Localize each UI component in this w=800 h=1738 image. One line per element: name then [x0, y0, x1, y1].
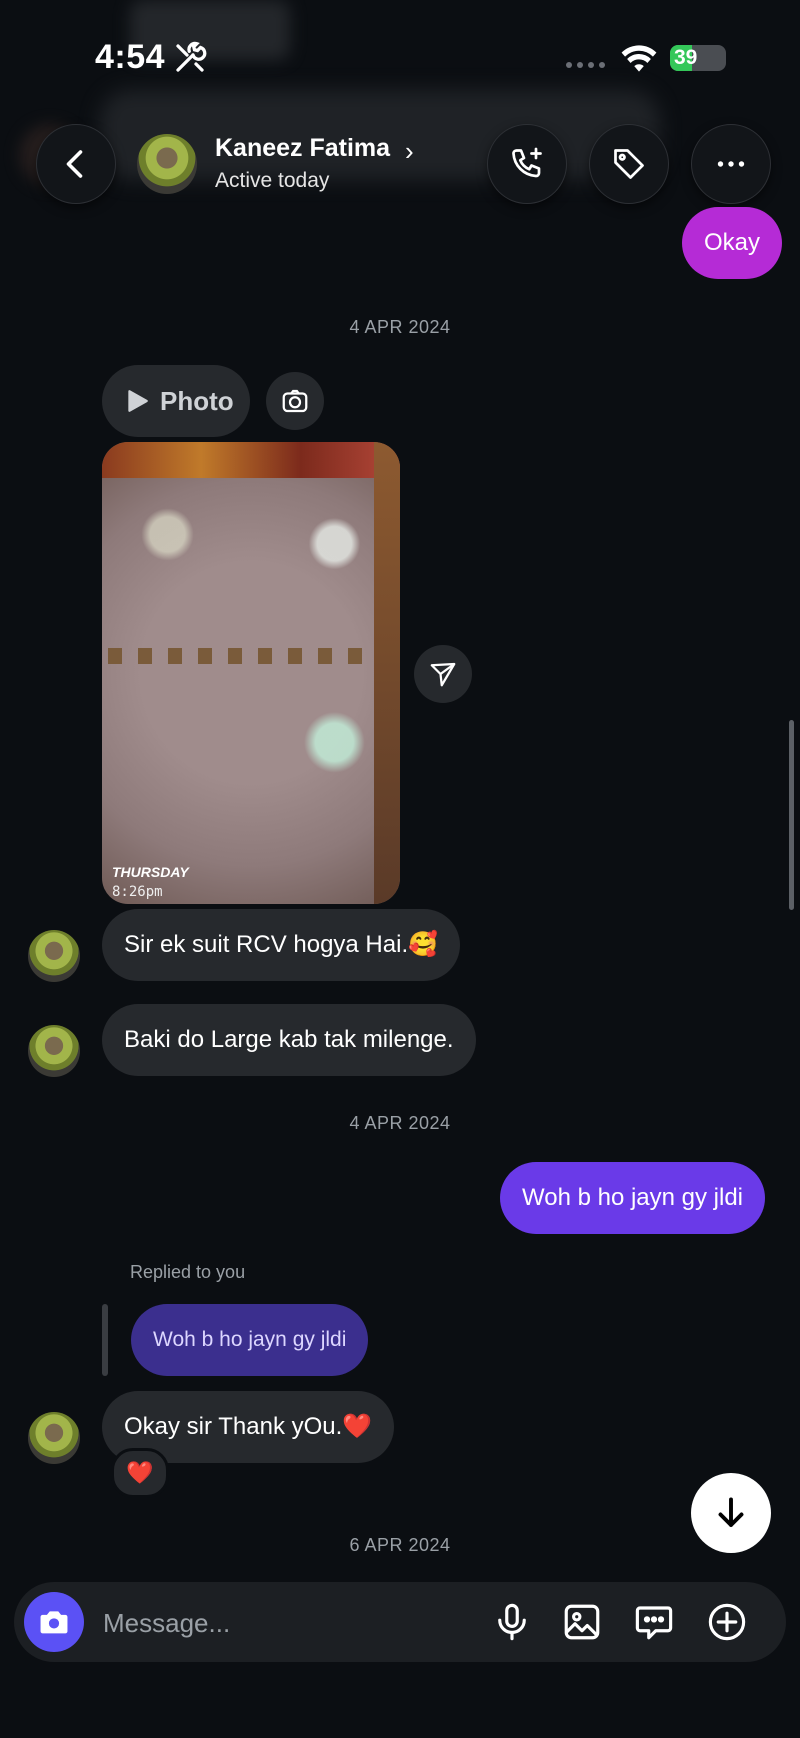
- photo-time-stamp: 8:26pm: [112, 884, 163, 900]
- incoming-message[interactable]: Baki do Large kab tak milenge.: [102, 1004, 476, 1076]
- image-icon: [564, 1604, 600, 1640]
- chat-bubble-icon: [635, 1606, 673, 1640]
- photo-day-stamp: THURSDAY: [112, 864, 189, 880]
- incoming-message[interactable]: Sir ek suit RCV hogya Hai.🥰: [102, 909, 460, 981]
- camera-icon: [282, 389, 308, 413]
- label-button[interactable]: [589, 124, 669, 204]
- photo-edge: [374, 442, 400, 904]
- date-separator: 6 APR 2024: [349, 1535, 451, 1555]
- arrow-down-icon: [718, 1497, 744, 1527]
- voice-message-button[interactable]: [487, 1597, 537, 1647]
- battery-percent: 39: [674, 46, 698, 69]
- contact-name[interactable]: Kaneez Fatima: [215, 134, 390, 163]
- phone-plus-icon: [512, 147, 542, 178]
- battery-indicator: 39: [670, 45, 726, 71]
- photo-reply-pill[interactable]: Photo: [102, 365, 250, 437]
- camera-icon: [40, 1611, 68, 1634]
- contact-status: Active today: [215, 169, 330, 192]
- photo-fabric-strip: [102, 442, 400, 478]
- back-button[interactable]: [36, 124, 116, 204]
- heart-reaction[interactable]: ❤️: [111, 1448, 169, 1498]
- camera-reply-button[interactable]: [266, 372, 324, 430]
- sender-avatar[interactable]: [28, 1412, 80, 1464]
- microphone-icon: [498, 1603, 526, 1641]
- chevron-right-icon[interactable]: ›: [405, 136, 414, 167]
- reply-bar: [102, 1304, 108, 1376]
- share-button[interactable]: [414, 645, 472, 703]
- signal-dots: [566, 62, 605, 68]
- wifi-icon: [621, 45, 657, 72]
- plus-circle-icon: [708, 1603, 746, 1641]
- camera-button[interactable]: [24, 1592, 84, 1652]
- message-input[interactable]: [101, 1598, 465, 1648]
- heart-icon: ❤️: [126, 1460, 154, 1485]
- date-separator: 4 APR 2024: [349, 317, 451, 337]
- status-time: 4:54: [95, 38, 166, 76]
- outgoing-message[interactable]: Okay: [682, 207, 783, 279]
- play-icon: [128, 390, 148, 412]
- quoted-message[interactable]: Woh b ho jayn gy jldi: [131, 1304, 369, 1376]
- sender-avatar[interactable]: [28, 930, 80, 982]
- gallery-button[interactable]: [557, 1597, 607, 1647]
- contact-avatar[interactable]: [137, 134, 197, 194]
- chevron-left-icon: [66, 150, 83, 178]
- tag-icon: [614, 149, 644, 179]
- send-icon: [430, 662, 456, 687]
- sticker-button[interactable]: [629, 1597, 679, 1647]
- outgoing-message[interactable]: Woh b ho jayn gy jldi: [500, 1162, 766, 1234]
- photo-label: Photo: [160, 385, 234, 416]
- add-call-button[interactable]: [487, 124, 567, 204]
- tools-icon: [176, 41, 207, 72]
- more-options-button[interactable]: [691, 124, 771, 204]
- sender-avatar[interactable]: [28, 1025, 80, 1077]
- photo-buttons-row: [108, 648, 368, 664]
- date-separator: 4 APR 2024: [349, 1113, 451, 1133]
- more-icon: [717, 161, 745, 167]
- shared-photo[interactable]: THURSDAY 8:26pm: [102, 442, 400, 904]
- more-actions-button[interactable]: [702, 1597, 752, 1647]
- scrollbar[interactable]: [789, 720, 794, 910]
- replied-label: Replied to you: [130, 1262, 246, 1282]
- scroll-to-bottom-button[interactable]: [691, 1473, 771, 1553]
